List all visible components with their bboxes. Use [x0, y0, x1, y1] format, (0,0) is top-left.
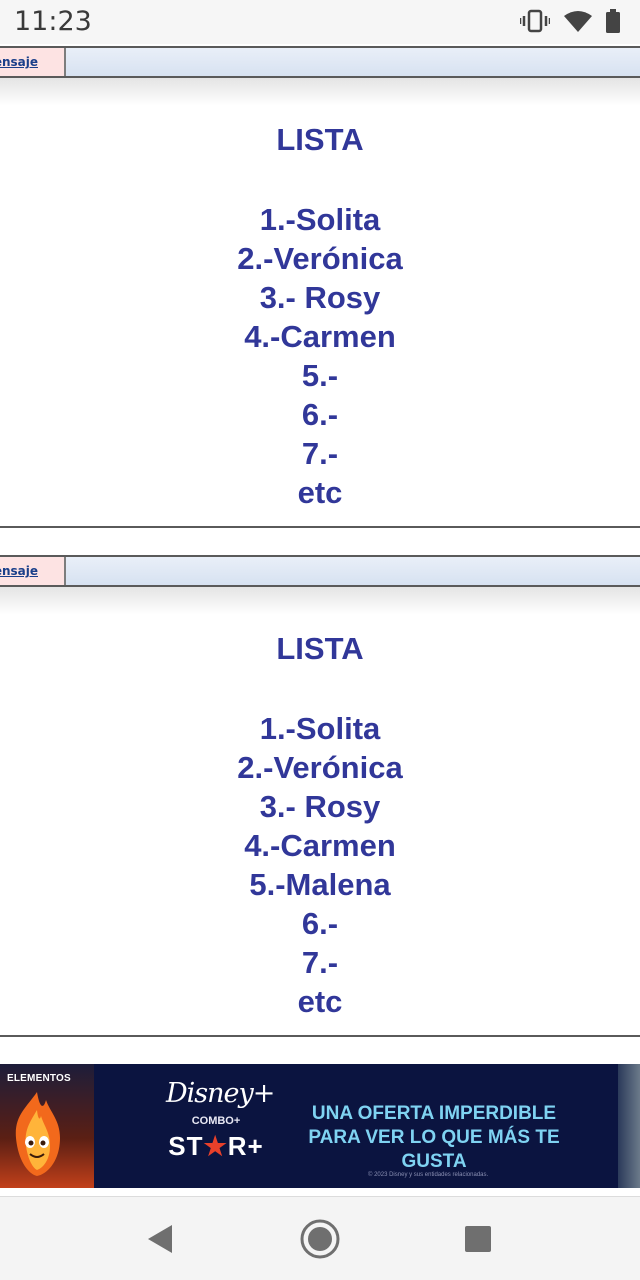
back-icon [148, 1225, 172, 1253]
star-glyph: ★ [203, 1131, 228, 1161]
list-item: 3.- Rosy [259, 789, 381, 824]
ad-right-edge [618, 1064, 640, 1188]
list-item: 2.-Verónica [237, 750, 403, 785]
list-item: 2.-Verónica [237, 241, 403, 276]
ad-movie-label: ELEMENTOS [7, 1073, 71, 1084]
recents-icon [465, 1226, 491, 1252]
list-item: 7.- [301, 945, 339, 980]
post-header: ensaje [0, 46, 640, 78]
list-item: 6.- [301, 397, 339, 432]
ad-logo-group: Disney+ COMBO+ ST★R+ [166, 1078, 275, 1162]
post-block: ensaje LISTA 1.-Solita 2.-Verónica 3.- R… [0, 555, 640, 1039]
list-item: 4.-Carmen [244, 319, 396, 354]
post-shade [0, 78, 640, 106]
list-item: 3.- Rosy [259, 280, 381, 315]
star-plus-logo: ST★R+ [168, 1131, 264, 1161]
list-title: LISTA [276, 122, 364, 157]
home-button[interactable] [298, 1217, 342, 1261]
ad-legal-text: © 2023 Disney y sus entidades relacionad… [368, 1172, 489, 1178]
disney-plus-logo: Disney+ [166, 1078, 275, 1109]
status-bar: 11:23 [0, 0, 640, 44]
list-item: etc [297, 984, 343, 1019]
wifi-icon [564, 10, 592, 32]
message-link[interactable]: ensaje [0, 55, 38, 69]
list-item: 4.-Carmen [244, 828, 396, 863]
list-item: etc [297, 475, 343, 510]
message-link[interactable]: ensaje [0, 564, 38, 578]
flame-character-icon [15, 1092, 60, 1176]
back-button[interactable] [138, 1217, 182, 1261]
ad-headline-line: UNA OFERTA IMPERDIBLE [311, 1103, 557, 1124]
ad-headline: UNA OFERTA IMPERDIBLE PARA VER LO QUE MÁ… [290, 1102, 578, 1174]
list-item: 7.- [301, 436, 339, 471]
list-item: 1.-Solita [259, 711, 381, 746]
list-item: 1.-Solita [259, 202, 381, 237]
message-cell: ensaje [0, 48, 66, 76]
list-item: 5.- [301, 358, 339, 393]
status-icons [520, 9, 620, 33]
ad-headline-line: PARA VER LO QUE MÁS TE GUSTA [308, 1127, 560, 1172]
list-title: LISTA [276, 631, 364, 666]
post-divider [0, 1035, 640, 1037]
name-list: 1.-Solita 2.-Verónica 3.- Rosy 4.-Carmen… [0, 200, 640, 512]
home-icon [300, 1219, 340, 1259]
status-time: 11:23 [14, 6, 92, 37]
post-block: ensaje LISTA 1.-Solita 2.-Verónica 3.- R… [0, 46, 640, 530]
battery-icon [606, 9, 620, 33]
recents-button[interactable] [456, 1217, 500, 1261]
list-item: 5.-Malena [249, 867, 391, 902]
navigation-bar [0, 1196, 640, 1280]
post-shade [0, 587, 640, 615]
list-item: 6.- [301, 906, 339, 941]
post-divider [0, 526, 640, 528]
vibrate-icon [520, 9, 550, 33]
message-cell: ensaje [0, 557, 66, 585]
name-list: 1.-Solita 2.-Verónica 3.- Rosy 4.-Carmen… [0, 709, 640, 1021]
ad-banner[interactable]: ELEMENTOS Disney+ COMBO+ ST★R+ UNA OFERT… [0, 1064, 640, 1188]
combo-label: COMBO+ [191, 1115, 241, 1127]
ad-movie-poster: ELEMENTOS [0, 1064, 94, 1188]
post-header: ensaje [0, 555, 640, 587]
